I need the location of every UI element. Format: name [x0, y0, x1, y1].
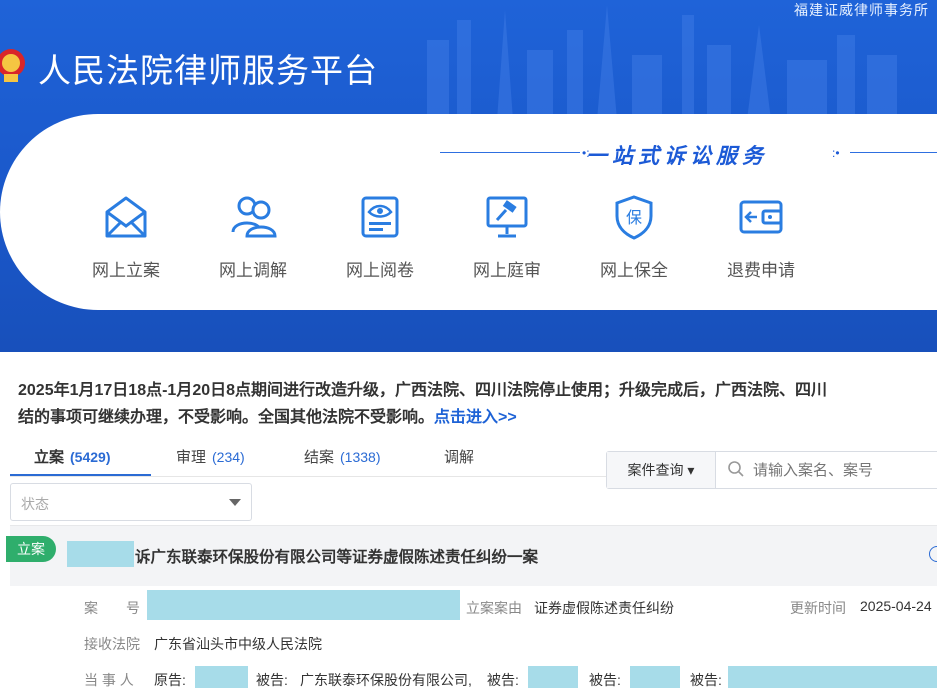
tab-mediation[interactable]: 调解 [444, 446, 474, 467]
envelope-icon [105, 196, 147, 238]
notice-enter-link[interactable]: 点击进入>> [434, 409, 517, 426]
defendant-label: 被告: [589, 672, 621, 688]
service-refund-request[interactable]: 退费申请 [711, 194, 811, 281]
service-label: 网上保全 [600, 261, 668, 280]
document-icon [361, 196, 399, 238]
service-label: 退费申请 [727, 261, 795, 280]
service-label: 网上调解 [219, 261, 287, 280]
updated-time-label: 更新时间 [790, 600, 846, 616]
caret-down-icon [229, 499, 241, 506]
service-label: 网上阅卷 [346, 261, 414, 280]
shield-icon: 保 [615, 195, 653, 240]
plaintiff-label: 原告: [154, 672, 186, 688]
defendant-label: 被告: [487, 672, 519, 688]
case-reason-label: 立案案由 [466, 600, 522, 616]
case-search-box: 案件查询 ▾ [606, 451, 937, 489]
tab-trial[interactable]: 审理 (234) [176, 446, 245, 467]
case-search-input[interactable] [725, 452, 937, 488]
parties-label: 当 事 人 [84, 672, 134, 688]
court-emblem-icon [0, 49, 25, 82]
court-value: 广东省汕头市中级人民法院 [154, 636, 322, 652]
law-firm-name: 福建证威律师事务所 [794, 2, 929, 18]
tab-count: (1338) [340, 449, 381, 465]
caret-down-icon: ▾ [687, 462, 695, 478]
tab-closed[interactable]: 结案 (1338) [304, 446, 380, 467]
service-online-mediation[interactable]: 网上调解 [203, 194, 303, 281]
service-label: 网上庭审 [473, 261, 541, 280]
tab-filing[interactable]: 立案 (5429) [34, 446, 110, 467]
court-label: 接收法院 [84, 636, 140, 652]
notice-line-1: 2025年1月17日18点-1月20日8点期间进行改造升级，广西法院、四川法院停… [18, 382, 828, 399]
case-title[interactable]: 诉广东联泰环保股份有限公司等证券虚假陈述责任纠纷一案 [135, 545, 538, 567]
gavel-monitor-icon [486, 196, 528, 238]
case-number-label: 案 号 [84, 600, 140, 616]
slogan-banner: •: 一站式诉讼服务 :• [440, 140, 937, 168]
status-filter-select[interactable]: 状态 [10, 483, 252, 521]
upgrade-notice: 2025年1月17日18点-1月20日8点期间进行改造升级，广西法院、四川法院停… [18, 377, 937, 431]
redacted-party [528, 666, 578, 688]
case-status-badge: 立案 [6, 536, 56, 562]
service-label: 网上立案 [92, 261, 160, 280]
redacted-case-number [147, 590, 460, 620]
tab-count: (5429) [70, 449, 111, 465]
site-title: 人民法院律师服务平台 [38, 52, 378, 89]
redacted-party [195, 666, 248, 688]
updated-time-value: 2025-04-24 [860, 598, 932, 614]
header-banner: 福建证威律师事务所 人民法院律师服务平台 •: 一站式诉讼服务 :• 网上立案 … [0, 0, 937, 352]
service-online-file-review[interactable]: 网上阅卷 [330, 194, 430, 281]
service-online-filing[interactable]: 网上立案 [76, 194, 176, 281]
redacted-party [630, 666, 680, 688]
defendant-label: 被告: [256, 672, 288, 688]
slogan-text: 一站式诉讼服务 [586, 143, 768, 168]
notice-line-2: 结的事项可继续办理，不受影响。全国其他法院不受影响。 [18, 409, 435, 426]
redacted-plaintiff-name [67, 541, 134, 567]
query-type-select[interactable]: 案件查询 ▾ [607, 452, 716, 488]
wallet-icon [739, 200, 783, 234]
defendant-company: 广东联泰环保股份有限公司, [300, 672, 472, 688]
defendant-label: 被告: [690, 672, 722, 688]
service-online-hearing[interactable]: 网上庭审 [457, 194, 557, 281]
service-online-preservation[interactable]: 保 网上保全 [584, 194, 684, 281]
svg-text:保: 保 [626, 208, 642, 227]
tab-count: (234) [212, 449, 245, 465]
redacted-party [728, 666, 937, 688]
case-reason-value: 证券虚假陈述责任纠纷 [534, 600, 674, 616]
people-icon [231, 196, 277, 238]
